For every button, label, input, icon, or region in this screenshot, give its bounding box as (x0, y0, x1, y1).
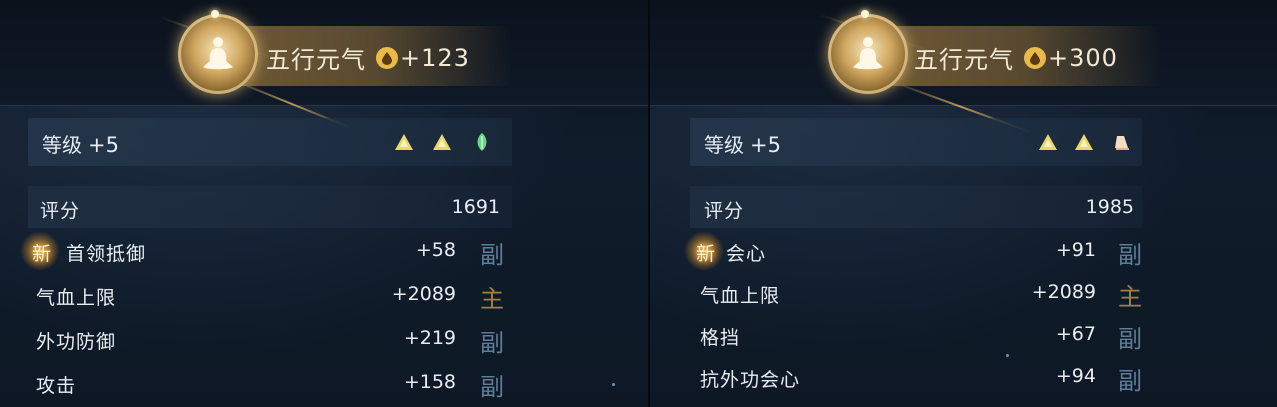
panel-header: 五行元气 +123 (0, 0, 648, 129)
green-leaf-gem-icon[interactable] (472, 132, 492, 152)
stat-row: 气血上限 +2089 主 (690, 271, 1142, 315)
stat-name: 气血上限 (36, 287, 117, 309)
score-row: 评分 1691 (28, 186, 512, 228)
stat-value: +2089 (391, 283, 456, 305)
meditation-medallion-icon (828, 14, 908, 94)
header-title: 五行元气 +300 (914, 40, 1118, 75)
sub-stat-tag: 副 (1118, 241, 1142, 269)
score-value: 1985 (1085, 196, 1134, 218)
stat-name: 格挡 (700, 327, 741, 349)
sparkle-icon (612, 383, 615, 386)
stat-name: 攻击 (36, 375, 77, 397)
level-value: +5 (750, 133, 781, 157)
gold-triangle-gem-icon[interactable] (432, 132, 452, 152)
new-badge: 新 (696, 243, 716, 265)
stat-value: +158 (403, 371, 456, 393)
meditation-medallion-icon (178, 14, 258, 94)
header-bonus: +300 (1048, 43, 1118, 72)
element-drop-icon (1024, 46, 1046, 69)
score-label: 评分 (40, 200, 81, 222)
score-value: 1691 (451, 196, 500, 218)
stat-row: 抗外功会心 +94 副 (690, 355, 1142, 399)
level-row: 等级 +5 (690, 118, 1142, 166)
stat-row: 外功防御 +219 副 (28, 317, 512, 361)
stat-name: 气血上限 (700, 285, 781, 307)
sub-stat-tag: 副 (480, 329, 504, 357)
score-label: 评分 (704, 200, 745, 222)
equipment-panel-right: 五行元气 +300 等级 +5 评分 1985 新 会心 +91 副 气血上限 +… (650, 0, 1277, 407)
gold-triangle-gem-icon[interactable] (1038, 132, 1058, 152)
sub-stat-tag: 副 (1118, 367, 1142, 395)
level-value: +5 (88, 133, 119, 157)
main-stat-tag: 主 (480, 285, 504, 313)
equipment-panel-left: 五行元气 +123 等级 +5 评分 1691 新 首领抵御 +58 副 气血上限… (0, 0, 648, 407)
stat-name: 外功防御 (36, 331, 117, 353)
gold-triangle-gem-icon[interactable] (1074, 132, 1094, 152)
stat-row: 气血上限 +2089 主 (28, 273, 512, 317)
new-badge: 新 (32, 243, 52, 265)
stat-value: +2089 (1031, 281, 1096, 303)
panel-header: 五行元气 +300 (650, 0, 1277, 134)
earth-gem-icon[interactable] (1112, 132, 1132, 152)
header-title-text: 五行元气 (914, 46, 1014, 74)
sub-stat-tag: 副 (1118, 325, 1142, 353)
stat-name: 首领抵御 (66, 243, 147, 265)
stat-name: 会心 (726, 243, 767, 265)
stat-name: 抗外功会心 (700, 369, 801, 391)
score-row: 评分 1985 (690, 186, 1142, 228)
level-label: 等级 +5 (42, 129, 119, 158)
stat-value: +219 (403, 327, 456, 349)
level-label: 等级 +5 (704, 129, 781, 158)
stat-row: 新 会心 +91 副 (684, 229, 1142, 273)
sparkle-icon (861, 10, 869, 18)
stat-value: +67 (1055, 323, 1096, 345)
level-label-text: 等级 (42, 133, 82, 157)
stat-row: 格挡 +67 副 (690, 313, 1142, 357)
level-row: 等级 +5 (28, 118, 512, 166)
level-label-text: 等级 (704, 133, 744, 157)
stat-value: +58 (415, 239, 456, 261)
header-title-text: 五行元气 (266, 46, 366, 74)
sparkle-icon (1006, 354, 1009, 357)
sparkle-icon (211, 10, 219, 18)
element-drop-icon (376, 46, 398, 69)
sub-stat-tag: 副 (480, 241, 504, 269)
stat-value: +91 (1055, 239, 1096, 261)
sub-stat-tag: 副 (480, 373, 504, 401)
main-stat-tag: 主 (1118, 283, 1142, 311)
gold-triangle-gem-icon[interactable] (394, 132, 414, 152)
stat-value: +94 (1055, 365, 1096, 387)
stat-row: 新 首领抵御 +58 副 (20, 229, 512, 273)
header-bonus: +123 (400, 43, 470, 72)
stat-row: 攻击 +158 副 (28, 361, 512, 405)
header-title: 五行元气 +123 (266, 40, 470, 75)
